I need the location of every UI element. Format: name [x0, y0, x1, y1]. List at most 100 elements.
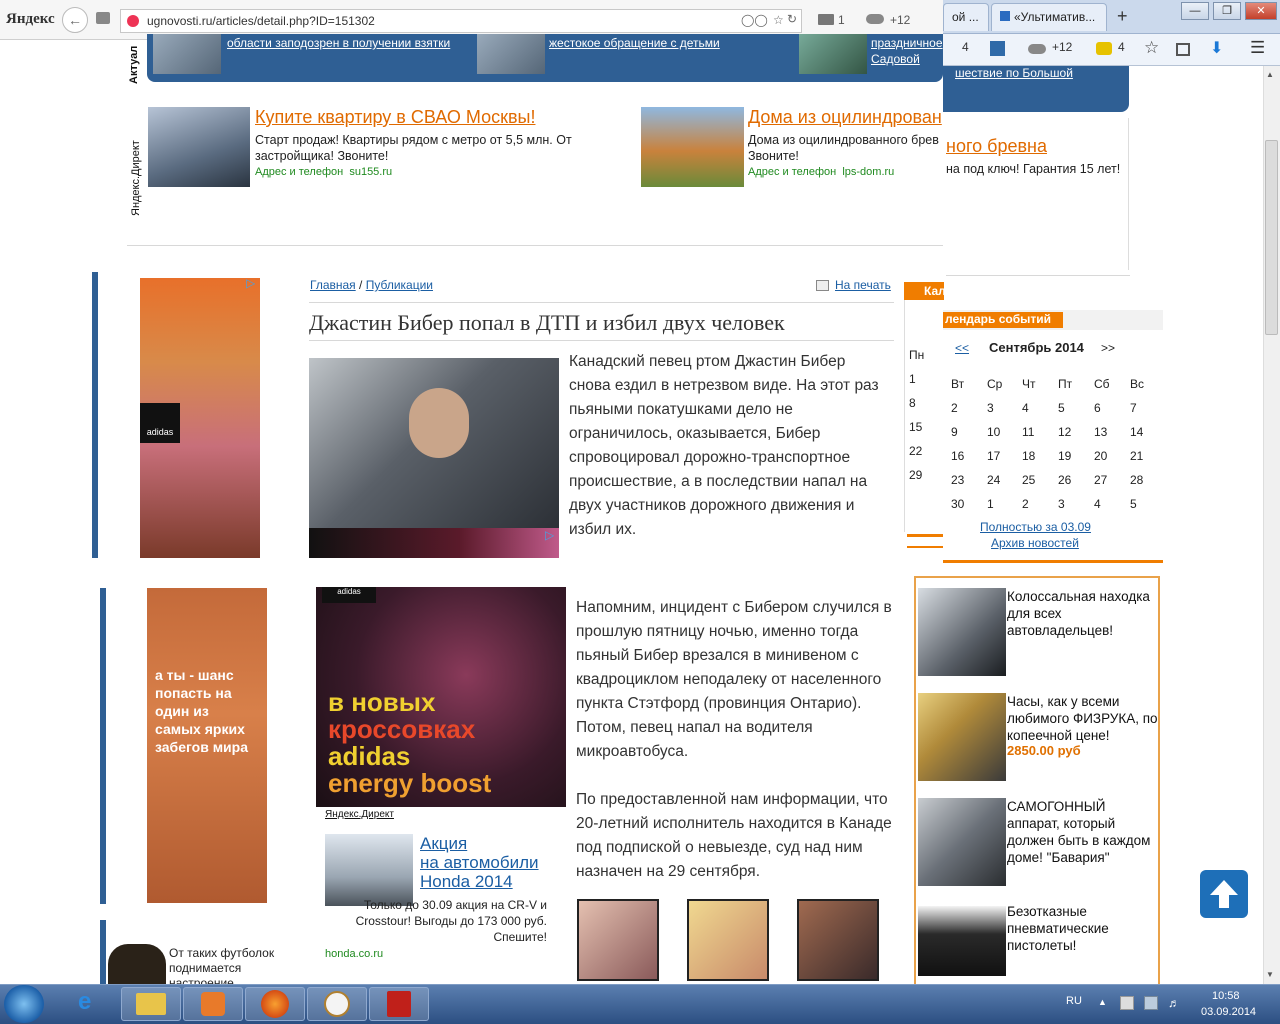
calendar-day[interactable]: 29: [909, 468, 933, 482]
side-news-text-1[interactable]: Колоссальная находка для всех автовладел…: [1007, 588, 1159, 639]
tabs-icon[interactable]: [96, 12, 110, 24]
sun-cloud-icon[interactable]: [1096, 42, 1112, 55]
calendar-day[interactable]: 3: [1058, 497, 1082, 511]
calendar-day[interactable]: 20: [1094, 449, 1118, 463]
calendar-day[interactable]: 30: [951, 497, 975, 511]
side-news-image-1[interactable]: [918, 588, 1006, 676]
run-ad-banner[interactable]: а ты - шанс попасть на один из самых ярк…: [147, 588, 267, 903]
tshirt-ad-text[interactable]: От таких футболок поднимается настроение: [169, 946, 279, 984]
side-news-text-4[interactable]: Безотказные пневматические пистолеты!: [1007, 903, 1159, 954]
calendar-day[interactable]: 7: [1130, 401, 1154, 415]
calendar-day[interactable]: 2: [1022, 497, 1046, 511]
calendar-day[interactable]: 3: [987, 401, 1011, 415]
actual-item-3b[interactable]: Садовой: [871, 52, 920, 66]
adidas-energy-ad[interactable]: adidas в новых кроссовках adidas energy …: [316, 587, 566, 807]
new-tab-button[interactable]: +: [1117, 6, 1128, 27]
ad2-address[interactable]: Адрес и телефон lps-dom.ru: [748, 166, 894, 178]
calendar-day[interactable]: 1: [909, 372, 933, 386]
close-window-button[interactable]: ✕: [1245, 2, 1277, 20]
calendar-day[interactable]: 14: [1130, 425, 1154, 439]
adchoices-icon[interactable]: ▷: [545, 528, 554, 542]
clock-time[interactable]: 10:58: [1212, 990, 1240, 1002]
calendar-day[interactable]: 18: [1022, 449, 1046, 463]
ad2-title[interactable]: Дома из оцилиндрован: [748, 107, 942, 128]
back-button[interactable]: ←: [62, 7, 88, 33]
tab-2[interactable]: «Ультиматив...: [991, 3, 1107, 31]
calendar-day[interactable]: 17: [987, 449, 1011, 463]
calendar-day[interactable]: 2: [951, 401, 975, 415]
calendar-day[interactable]: 4: [1022, 401, 1046, 415]
actual-item-2[interactable]: жестокое обращение с детьми: [549, 36, 720, 50]
crumb-publications[interactable]: Публикации: [366, 278, 433, 292]
calendar-day[interactable]: 19: [1058, 449, 1082, 463]
scroll-down-arrow-icon[interactable]: ▼: [1266, 970, 1274, 979]
ad2-title-rest[interactable]: ного бревна: [946, 136, 1047, 157]
network-icon[interactable]: [1144, 996, 1158, 1010]
calendar-day[interactable]: 4: [1094, 497, 1118, 511]
news-thumb[interactable]: [153, 34, 221, 74]
yandex-logo[interactable]: Яндекс: [6, 11, 55, 28]
ad2-image[interactable]: [641, 107, 744, 187]
pdf-taskbar-button[interactable]: [369, 987, 429, 1021]
calendar-day[interactable]: 22: [909, 444, 933, 458]
calendar-day[interactable]: 28: [1130, 473, 1154, 487]
menu-icon[interactable]: ☰: [1250, 38, 1265, 58]
tray-flag-icon[interactable]: [1120, 996, 1134, 1010]
glasses-icon[interactable]: ◯◯: [741, 13, 768, 27]
honda-title[interactable]: Акция на автомобили Honda 2014: [420, 834, 539, 891]
calendar-day[interactable]: 16: [951, 449, 975, 463]
news-archive-link[interactable]: Архив новостей: [991, 536, 1079, 550]
print-link[interactable]: На печать: [835, 278, 891, 292]
calendar-day[interactable]: 12: [1058, 425, 1082, 439]
calendar-day[interactable]: 11: [1022, 425, 1046, 439]
related-thumb-1[interactable]: [577, 899, 659, 981]
side-news-image-3[interactable]: [918, 798, 1006, 886]
calendar-full-link[interactable]: Полностью за 03.09: [980, 520, 1091, 534]
calendar-day[interactable]: 8: [909, 396, 933, 410]
parking-icon[interactable]: [990, 41, 1005, 56]
scrollbar-thumb[interactable]: [1265, 140, 1278, 335]
calendar-day[interactable]: 25: [1022, 473, 1046, 487]
calendar-day[interactable]: 5: [1130, 497, 1154, 511]
news-thumb[interactable]: [799, 34, 867, 74]
calendar-day[interactable]: 15: [909, 420, 933, 434]
side-news-image-2[interactable]: [918, 693, 1006, 781]
calendar-day[interactable]: 6: [1094, 401, 1118, 415]
actual-item-4[interactable]: шествие по Большой: [955, 66, 1073, 80]
calendar-day[interactable]: 9: [951, 425, 975, 439]
scroll-top-button[interactable]: [1200, 870, 1248, 918]
actual-item-3a[interactable]: праздничное: [871, 36, 943, 50]
ad1-title[interactable]: Купите квартиру в СВАО Москвы!: [255, 107, 535, 128]
related-thumb-3[interactable]: [797, 899, 879, 981]
cloud-icon[interactable]: [866, 14, 884, 24]
start-button[interactable]: [4, 985, 44, 1023]
cloud-icon[interactable]: [1028, 44, 1046, 54]
calendar-prev[interactable]: <<: [955, 341, 969, 355]
direct-label-small[interactable]: Яндекс.Директ: [325, 809, 394, 820]
calendar-day[interactable]: 23: [951, 473, 975, 487]
calendar-day[interactable]: 24: [987, 473, 1011, 487]
maximize-button[interactable]: ❐: [1213, 2, 1241, 20]
ad1-address[interactable]: Адрес и телефон su155.ru: [255, 166, 392, 178]
side-news-text-3[interactable]: САМОГОННЫЙ аппарат, который должен быть …: [1007, 798, 1159, 866]
honda-site[interactable]: honda.co.ru: [325, 948, 383, 960]
minimize-button[interactable]: —: [1181, 2, 1209, 20]
ad1-image[interactable]: [148, 107, 250, 187]
calendar-day[interactable]: 13: [1094, 425, 1118, 439]
calendar-day[interactable]: 26: [1058, 473, 1082, 487]
address-bar[interactable]: ugnovosti.ru/articles/detail.php?ID=1513…: [120, 9, 802, 33]
explorer-taskbar-button[interactable]: [121, 987, 181, 1021]
related-thumb-2[interactable]: [687, 899, 769, 981]
reading-list-icon[interactable]: [1176, 43, 1190, 56]
volume-icon[interactable]: ♬: [1168, 996, 1180, 1010]
dog-tshirt-image[interactable]: [108, 944, 166, 984]
tab-1[interactable]: ой ...: [943, 3, 989, 31]
tray-arrow-icon[interactable]: ▲: [1098, 997, 1107, 1007]
calendar-day[interactable]: 10: [987, 425, 1011, 439]
printer-icon[interactable]: [816, 280, 829, 291]
clock-date[interactable]: 03.09.2014: [1201, 1006, 1256, 1018]
calendar-day[interactable]: 5: [1058, 401, 1082, 415]
download-icon[interactable]: ⬇: [1210, 38, 1223, 58]
calendar-day[interactable]: 21: [1130, 449, 1154, 463]
reload-icon[interactable]: ↻: [787, 12, 797, 26]
